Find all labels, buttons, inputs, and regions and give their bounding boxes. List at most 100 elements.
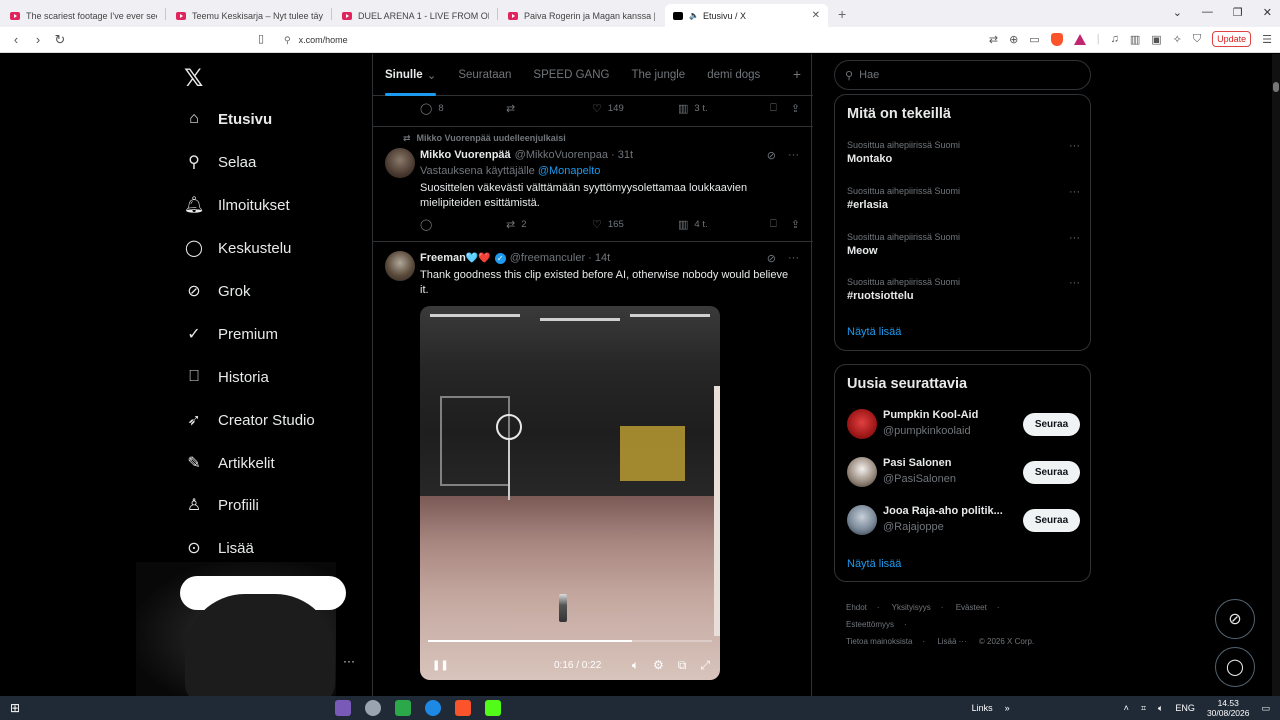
new-tab-icon[interactable]: + xyxy=(838,6,846,22)
follow-button[interactable]: Seuraa xyxy=(1023,413,1080,436)
follow-suggestion[interactable]: Pasi Salonen @PasiSalonen Seuraa xyxy=(847,455,1080,489)
chevron-icon[interactable]: » xyxy=(1005,703,1010,713)
avatar[interactable] xyxy=(385,251,415,281)
media-icon[interactable]: ♫ xyxy=(1111,33,1119,45)
trend-item[interactable]: Suosittua aihepiirissä Suomi #erlasia ··· xyxy=(847,186,1080,211)
nav-messages[interactable]: ◯ Keskustelu xyxy=(184,233,291,263)
volume-icon[interactable]: 🔈︎ xyxy=(1158,703,1163,714)
avatar[interactable] xyxy=(847,505,877,535)
avatar[interactable] xyxy=(847,409,877,439)
show-more-trends-link[interactable]: Näytä lisää xyxy=(847,326,901,338)
reply-button[interactable]: ◯ 8 xyxy=(420,102,506,115)
repost-button[interactable]: ⇄ xyxy=(506,102,592,115)
close-window-icon[interactable]: ✕ xyxy=(1263,6,1272,19)
sidebar-icon[interactable]: ▥ xyxy=(1130,33,1140,46)
site-info-icon[interactable]: ⚲ xyxy=(284,35,291,46)
clock[interactable]: 14.53 30/08/2026 xyxy=(1207,698,1250,718)
views-button[interactable]: ▥ 4 t. xyxy=(678,218,764,231)
pip-icon[interactable]: ⧉ xyxy=(678,658,687,673)
fullscreen-icon[interactable]: ⤢ xyxy=(700,658,710,673)
trend-item[interactable]: Suosittua aihepiirissä Suomi #ruotsiottel… xyxy=(847,277,1080,302)
app-icon[interactable] xyxy=(485,700,501,716)
more-icon[interactable]: ··· xyxy=(788,149,799,162)
follow-button[interactable]: Seuraa xyxy=(1023,461,1080,484)
brave-rewards-icon[interactable] xyxy=(1073,33,1086,45)
pause-icon[interactable]: ❚❚ xyxy=(432,660,449,671)
more-icon[interactable]: ··· xyxy=(1069,140,1080,152)
close-tab-icon[interactable]: ✕ xyxy=(812,10,820,21)
tray-overflow-icon[interactable]: ˄ xyxy=(1124,703,1129,713)
follow-suggestion[interactable]: Jooa Raja-aho politik... @Rajajoppe Seur… xyxy=(847,503,1080,537)
footer-link[interactable]: Esteettömyys xyxy=(846,620,894,629)
nav-notifications[interactable]: 🔔︎ Ilmoitukset xyxy=(184,190,290,220)
footer-link[interactable]: Tietoa mainoksista xyxy=(846,637,912,646)
notifications-icon[interactable]: ▭ xyxy=(1261,703,1270,714)
tab-list-the-jungle[interactable]: The jungle xyxy=(631,54,685,96)
more-icon[interactable]: ··· xyxy=(788,252,799,265)
trend-item[interactable]: Suosittua aihepiirissä Suomi Montako ··· xyxy=(847,140,1080,165)
grok-icon[interactable]: ⊘ xyxy=(767,149,776,162)
tab-list-speed-gang[interactable]: SPEED GANG xyxy=(533,54,609,96)
more-icon[interactable]: ··· xyxy=(1069,277,1080,289)
account-menu-icon[interactable]: ··· xyxy=(343,654,355,668)
reply-button[interactable]: ◯ xyxy=(420,218,506,231)
zoom-icon[interactable]: ⊕ xyxy=(1009,33,1018,46)
messages-fab-icon[interactable]: ◯ xyxy=(1215,647,1255,687)
nav-grok[interactable]: ⊘ Grok xyxy=(184,276,250,306)
suggested-user-name[interactable]: Jooa Raja-aho politik... xyxy=(883,505,1023,517)
share-icon[interactable]: ⇪ xyxy=(791,218,800,231)
url-field[interactable]: ⚲ x.com/home xyxy=(280,31,1000,49)
settings-icon[interactable]: ⚙ xyxy=(653,658,664,673)
author-name[interactable]: Mikko Vuorenpää xyxy=(420,149,511,161)
links-toolbar[interactable]: Links xyxy=(972,703,993,713)
avatar[interactable] xyxy=(847,457,877,487)
back-icon[interactable]: ‹ xyxy=(10,32,22,47)
avatar[interactable] xyxy=(385,148,415,178)
brave-icon[interactable] xyxy=(455,700,471,716)
follow-suggestion[interactable]: Pumpkin Kool-Aid @pumpkinkoolaid Seuraa xyxy=(847,407,1080,441)
author-name[interactable]: Freeman xyxy=(420,252,466,264)
nav-articles[interactable]: ✎ Artikkelit xyxy=(184,448,274,478)
follow-button[interactable]: Seuraa xyxy=(1023,509,1080,532)
more-icon[interactable]: ··· xyxy=(1069,186,1080,198)
search-input[interactable]: ⚲ Hae xyxy=(834,60,1091,90)
add-tab-icon[interactable]: + xyxy=(793,66,801,82)
reload-icon[interactable]: ↻ xyxy=(54,32,66,48)
page-scrollbar[interactable] xyxy=(1272,54,1280,696)
volume-icon[interactable]: 🔈︎ xyxy=(632,658,639,673)
tab-following[interactable]: Seurataan xyxy=(458,54,511,96)
footer-link[interactable]: Ehdot xyxy=(846,603,867,612)
app-icon[interactable] xyxy=(335,700,351,716)
scrollbar-thumb[interactable] xyxy=(1273,82,1279,92)
browser-tab-active[interactable]: 🔈 Etusivu / X ✕ xyxy=(665,4,828,27)
views-button[interactable]: ▥ 3 t. xyxy=(678,102,764,115)
bookmark-icon[interactable]: ⎕ xyxy=(770,218,777,231)
mention-link[interactable]: @Monapelto xyxy=(538,165,601,177)
browser-tab-1[interactable]: The scariest footage I've ever seen... xyxy=(2,4,165,27)
nav-creator-studio[interactable]: ➶ Creator Studio xyxy=(184,405,314,435)
app-icon[interactable] xyxy=(395,700,411,716)
footer-link[interactable]: Evästeet xyxy=(956,603,987,612)
app-icon[interactable] xyxy=(365,700,381,716)
grok-icon[interactable]: ⊘ xyxy=(767,252,776,265)
browser-tab-4[interactable]: Paiva Rogerin ja Magan kanssa | ICE... xyxy=(500,4,663,27)
nav-explore[interactable]: ⚲ Selaa xyxy=(184,147,256,177)
more-icon[interactable]: ··· xyxy=(1069,232,1080,244)
browser-tab-3[interactable]: DUEL ARENA 1 - LIVE FROM ORLANDO xyxy=(334,4,497,27)
author-handle[interactable]: @MikkoVuorenpaa · 31t xyxy=(515,149,633,161)
nav-bookmarks[interactable]: ⎕ Historia xyxy=(184,362,269,392)
show-more-follow-link[interactable]: Näytä lisää xyxy=(847,558,901,570)
wallet-icon[interactable]: ▣ xyxy=(1151,33,1161,46)
bookmark-icon[interactable]: ⎕ xyxy=(770,102,777,115)
author-handle[interactable]: @freemanculer · 14t xyxy=(510,252,610,264)
nav-premium[interactable]: ✓ Premium xyxy=(184,319,278,349)
footer-link[interactable]: Lisää ··· xyxy=(937,637,966,646)
bookmark-page-icon[interactable]: ▯ xyxy=(258,32,264,45)
tab-for-you[interactable]: Sinulle ⌄ xyxy=(385,54,437,96)
language-indicator[interactable]: ENG xyxy=(1175,703,1195,713)
video-player[interactable]: ❚❚ 0:16 / 0:22 🔈︎ ⚙ ⧉ ⤢ xyxy=(420,306,720,680)
cast-icon[interactable]: ▭ xyxy=(1029,33,1039,46)
windows-start-icon[interactable]: ⊞ xyxy=(10,701,20,715)
translate-icon[interactable]: ⇄ xyxy=(989,33,998,46)
tab-search-icon[interactable]: ⌄ xyxy=(1173,6,1182,19)
